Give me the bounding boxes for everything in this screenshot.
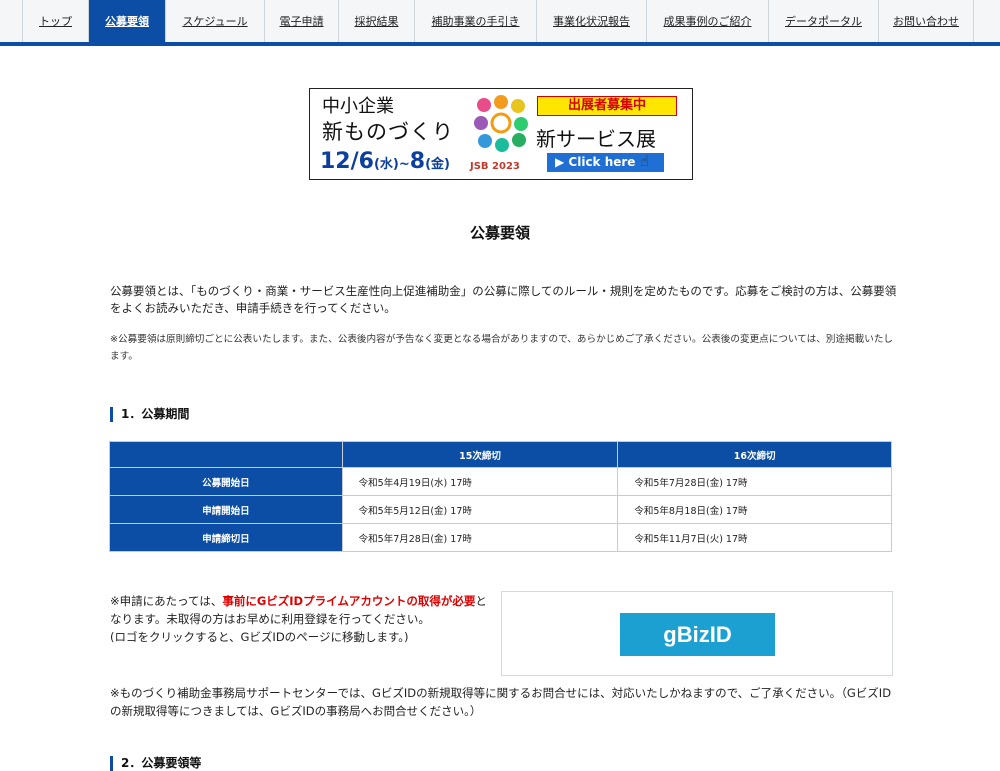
section-heading-documents: 2．公募要領等 xyxy=(110,754,201,771)
table-header-row: 15次締切 16次締切 xyxy=(109,441,892,468)
nav-item-schedule[interactable]: スケジュール xyxy=(166,0,265,42)
exhibition-banner[interactable]: 中小企業 新ものづくり 12/6(水)~8(金) JSB 2023 出展者募集中… xyxy=(309,88,693,180)
banner-jsb: JSB 2023 xyxy=(470,161,520,172)
gears-logo-icon xyxy=(474,95,528,152)
nav-item-case-studies[interactable]: 成果事例のご紹介 xyxy=(647,0,769,42)
table-cell: 令和5年7月28日(金) 17時 xyxy=(617,467,892,496)
nav-item-contact[interactable]: お問い合わせ xyxy=(879,0,974,42)
nav-item-results[interactable]: 採択結果 xyxy=(339,0,415,42)
heading-bar xyxy=(110,756,113,771)
table-cell: 令和5年4月19日(水) 17時 xyxy=(341,467,619,496)
table-row: 申請開始日 令和5年5月12日(金) 17時 令和5年8月18日(金) 17時 xyxy=(109,495,892,524)
table-cell: 令和5年7月28日(金) 17時 xyxy=(341,523,619,552)
table-header-16th: 16次締切 xyxy=(617,441,892,468)
heading-bar xyxy=(110,407,113,422)
banner-date: 12/6(水)~8(金) xyxy=(320,149,450,174)
support-center-note: ※ものづくり補助金事務局サポートセンターでは、GビズIDの新規取得等に関するお問… xyxy=(110,686,892,718)
gbiz-emphasis: 事前にGビズIDプライムアカウントの取得が必要 xyxy=(222,594,476,608)
table-header-corner xyxy=(109,441,343,468)
pointer-hand-icon: ☝ xyxy=(640,152,650,170)
table-cell: 令和5年11月7日(火) 17時 xyxy=(617,523,892,552)
gbiz-pre-text: ※申請にあたっては、 xyxy=(110,594,223,608)
publication-note: ※公募要領は原則締切ごとに公表いたします。また、公表後内容が予告なく変更となる場… xyxy=(110,334,894,362)
table-row: 公募開始日 令和5年4月19日(水) 17時 令和5年7月28日(金) 17時 xyxy=(109,467,892,496)
banner-badge: 出展者募集中 xyxy=(537,96,677,116)
gbiz-notice: ※申請にあたっては、事前にGビズIDプライムアカウントの取得が必要となります。未… xyxy=(110,592,490,646)
nav-item-koubo-youryou[interactable]: 公募要領 xyxy=(89,0,166,42)
schedule-table: 15次締切 16次締切 公募開始日 令和5年4月19日(水) 17時 令和5年7… xyxy=(109,441,892,552)
section-heading-text: 1．公募期間 xyxy=(121,407,190,421)
page-title: 公募要領 xyxy=(469,224,530,242)
row-label: 申請開始日 xyxy=(109,495,343,524)
table-cell: 令和5年5月12日(金) 17時 xyxy=(341,495,619,524)
section-heading-period: 1．公募期間 xyxy=(110,405,189,422)
nav-item-top[interactable]: トップ xyxy=(22,0,89,42)
banner-service: 新サービス展 xyxy=(536,127,656,151)
section-heading-text: 2．公募要領等 xyxy=(121,756,202,770)
nav-item-status-report[interactable]: 事業化状況報告 xyxy=(537,0,647,42)
intro-text: 公募要領とは、「ものづくり・商業・サービス生産性向上促進補助金」の公募に際しての… xyxy=(110,284,897,315)
table-cell: 令和5年8月18日(金) 17時 xyxy=(617,495,892,524)
banner-line1: 中小企業 xyxy=(322,96,394,117)
nav-item-data-portal[interactable]: データポータル xyxy=(769,0,879,42)
gbiz-logo-note: (ロゴをクリックすると、GビズIDのページに移動します。) xyxy=(110,630,409,644)
row-label: 申請締切日 xyxy=(109,523,343,552)
banner-line2: 新ものづくり xyxy=(322,120,454,144)
global-nav: トップ 公募要領 スケジュール 電子申請 採択結果 補助事業の手引き 事業化状況… xyxy=(0,0,1000,46)
table-row: 申請締切日 令和5年7月28日(金) 17時 令和5年11月7日(火) 17時 xyxy=(109,523,892,552)
gbiz-logo[interactable]: gBizID xyxy=(620,613,775,656)
row-label: 公募開始日 xyxy=(109,467,343,496)
nav-item-e-application[interactable]: 電子申請 xyxy=(265,0,339,42)
table-header-15th: 15次締切 xyxy=(341,441,619,468)
gbiz-logo-box[interactable]: gBizID xyxy=(501,591,893,676)
nav-item-guide[interactable]: 補助事業の手引き xyxy=(415,0,537,42)
